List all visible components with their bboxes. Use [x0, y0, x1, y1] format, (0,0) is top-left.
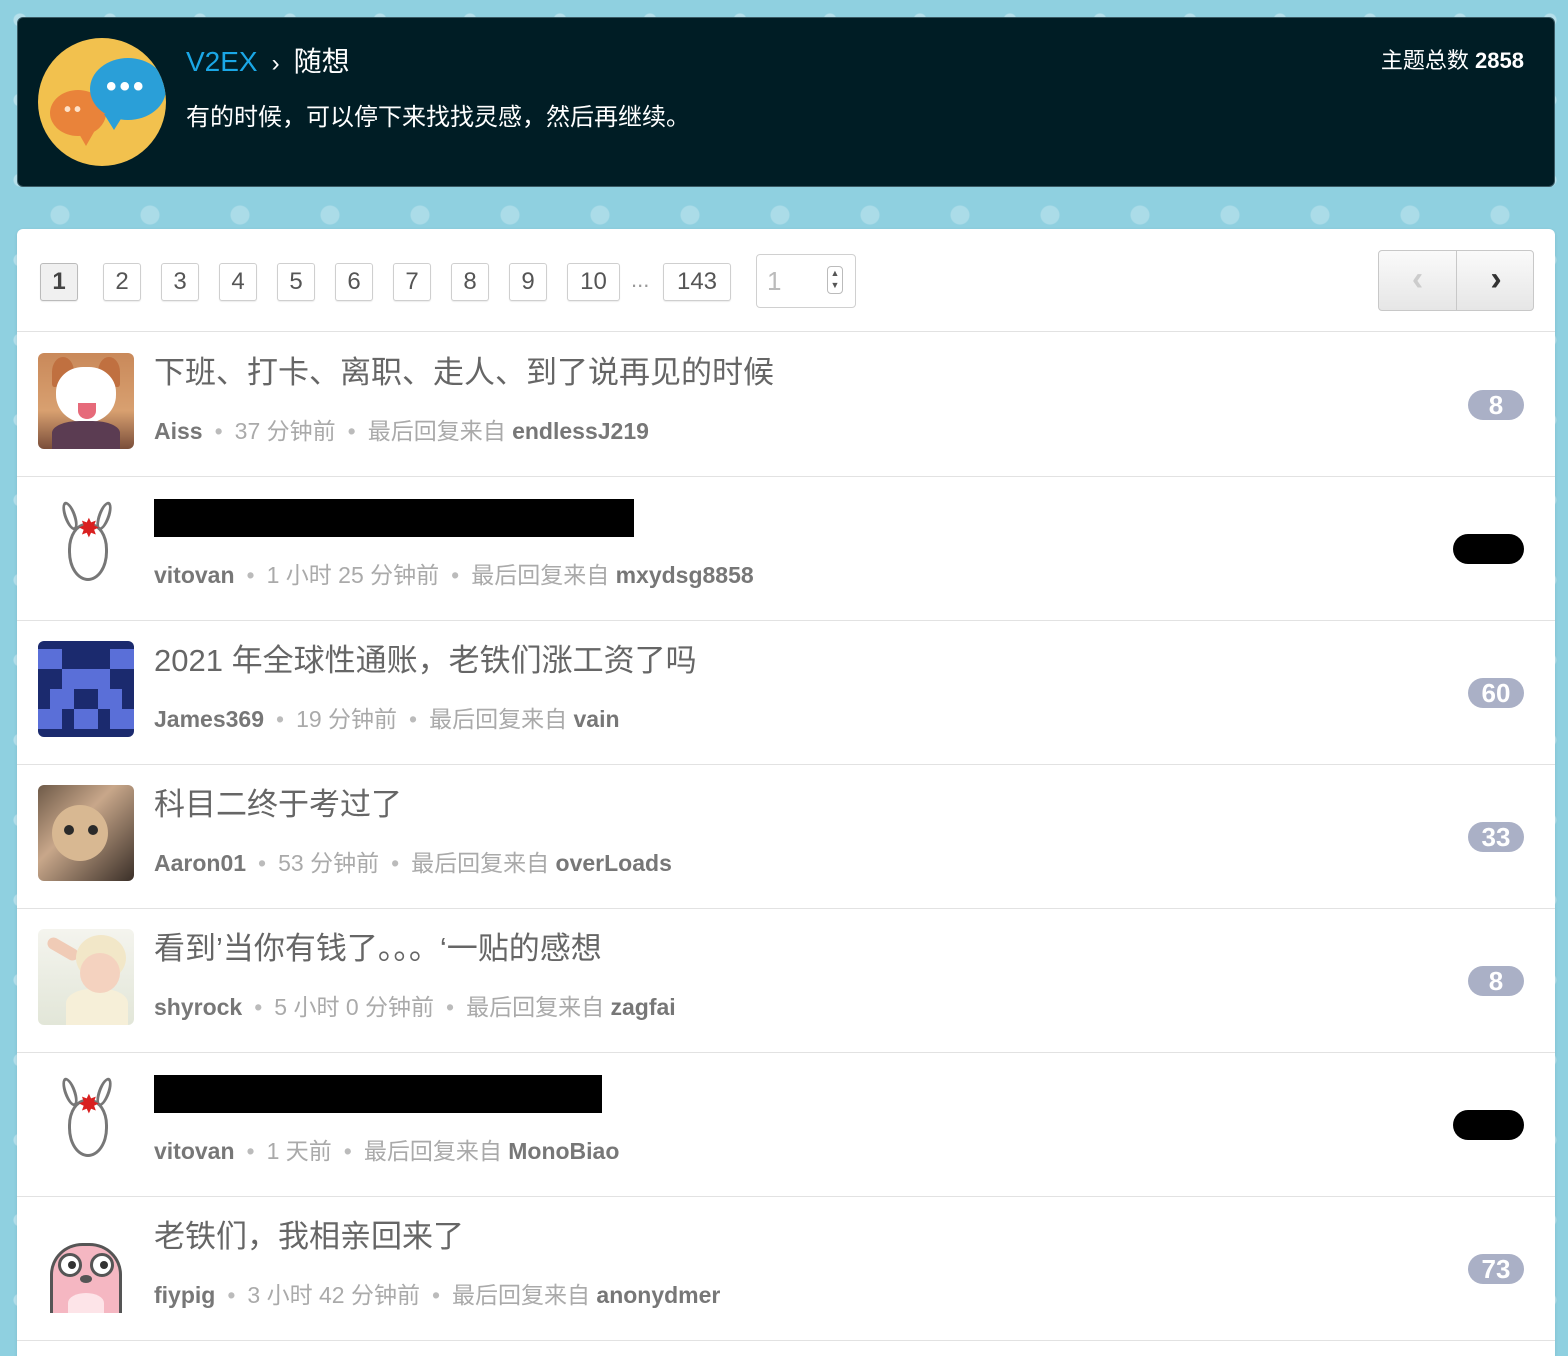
redacted-title[interactable]: [154, 1075, 602, 1113]
topic-title[interactable]: 下班、打卡、离职、走人、到了说再见的时候: [154, 351, 774, 395]
redacted-reply-count[interactable]: [1453, 1110, 1524, 1140]
page-9-button[interactable]: 9: [509, 263, 547, 301]
last-reply-user[interactable]: vain: [574, 706, 620, 732]
topic-author[interactable]: shyrock: [154, 994, 242, 1020]
topic-title[interactable]: 2021 年全球性通账，老铁们涨工资了吗: [154, 639, 697, 683]
topic-meta: Aaron01 • 53 分钟前 • 最后回复来自 overLoads: [154, 850, 672, 876]
topic-row: 科目二终于考过了 Aaron01 • 53 分钟前 • 最后回复来自 overLoads…: [17, 765, 1555, 909]
last-reply-user[interactable]: anonydmer: [596, 1282, 720, 1308]
last-reply-user[interactable]: endlessJ219: [512, 418, 649, 444]
topic-meta: James369 • 19 分钟前 • 最后回复来自 vain: [154, 706, 620, 732]
page-8-button[interactable]: 8: [451, 263, 489, 301]
topic-time: 5 小时 0 分钟前: [274, 994, 435, 1020]
topic-author[interactable]: Aiss: [154, 418, 203, 444]
baby-avatar[interactable]: [38, 929, 134, 1025]
topic-author[interactable]: Aaron01: [154, 850, 246, 876]
topic-title[interactable]: 老铁们，我相亲回来了: [154, 1215, 464, 1259]
topic-title[interactable]: 科目二终于考过了: [154, 783, 402, 827]
redacted-reply-count[interactable]: [1453, 534, 1524, 564]
topic-meta: Aiss • 37 分钟前 • 最后回复来自 endlessJ219: [154, 418, 649, 444]
reply-count-badge[interactable]: 8: [1468, 966, 1524, 996]
gopher-avatar[interactable]: [38, 1217, 134, 1313]
last-reply-user[interactable]: mxydsg8858: [616, 562, 754, 588]
last-reply-label: 最后回复来自: [471, 562, 610, 588]
topic-time: 19 分钟前: [296, 706, 398, 732]
topic-row: ✸ vitovan • 1 天前 • 最后回复来自 MonoBiao: [17, 1053, 1555, 1197]
topic-author[interactable]: fiypig: [154, 1282, 215, 1308]
page-stepper-icon[interactable]: ▲ ▼: [827, 266, 843, 294]
topic-author[interactable]: vitovan: [154, 1138, 235, 1164]
donkey-avatar[interactable]: ✸: [38, 497, 134, 593]
topic-time: 1 天前: [266, 1138, 332, 1164]
prev-page-button[interactable]: ‹: [1379, 251, 1457, 310]
last-reply-user[interactable]: MonoBiao: [508, 1138, 619, 1164]
last-reply-user[interactable]: overLoads: [556, 850, 672, 876]
topic-row: 老铁们，我相亲回来了 fiypig • 3 小时 42 分钟前 • 最后回复来自 ano…: [17, 1197, 1555, 1341]
site-home-link[interactable]: V2EX: [186, 46, 258, 77]
reply-count-badge[interactable]: 60: [1468, 678, 1524, 708]
node-header: •• ••• V2EX › 随想 有的时候，可以停下来找找灵感，然后再继续。 主题总…: [17, 17, 1555, 187]
page-5-button[interactable]: 5: [277, 263, 315, 301]
topic-time: 3 小时 42 分钟前: [247, 1282, 420, 1308]
topic-row: 下班、打卡、离职、走人、到了说再见的时候 Aiss • 37 分钟前 • 最后回复来自 …: [17, 333, 1555, 477]
redacted-title[interactable]: [154, 499, 634, 537]
topic-title[interactable]: 看到’当你有钱了。。。‘一贴的感想: [154, 927, 602, 971]
topic-author[interactable]: James369: [154, 706, 264, 732]
last-reply-user[interactable]: zagfai: [611, 994, 676, 1020]
chat-bubbles-icon: •• •••: [38, 38, 166, 166]
breadcrumb-separator: ›: [271, 50, 280, 77]
topic-time: 37 分钟前: [234, 418, 336, 444]
topic-row: 看到’当你有钱了。。。‘一贴的感想 shyrock • 5 小时 0 分钟前 • 最后回…: [17, 909, 1555, 1053]
page-2-button[interactable]: 2: [103, 263, 141, 301]
last-reply-label: 最后回复来自: [466, 994, 605, 1020]
last-reply-label: 最后回复来自: [452, 1282, 591, 1308]
next-page-button[interactable]: ›: [1457, 251, 1533, 310]
topic-list-box: 1 2 3 4 5 6 7 8 9 10 ... 143 1 ▲ ▼ ‹ › 下班…: [17, 229, 1555, 1356]
topic-time: 1 小时 25 分钟前: [266, 562, 440, 588]
topic-row: 2021 年全球性通账，老铁们涨工资了吗 James369 • 19 分钟前 • 最后回…: [17, 621, 1555, 765]
page-last-button[interactable]: 143: [663, 263, 731, 301]
topic-meta: shyrock • 5 小时 0 分钟前 • 最后回复来自 zagfai: [154, 994, 676, 1020]
page-1-button[interactable]: 1: [40, 263, 78, 301]
last-reply-label: 最后回复来自: [363, 1138, 502, 1164]
topic-row: ✸ vitovan • 1 小时 25 分钟前 • 最后回复来自 mxydsg8858: [17, 477, 1555, 621]
page-10-button[interactable]: 10: [567, 263, 620, 301]
page-ellipsis: ...: [631, 267, 650, 292]
topic-time: 53 分钟前: [278, 850, 380, 876]
cat-avatar[interactable]: [38, 785, 134, 881]
reply-count-badge[interactable]: 33: [1468, 822, 1524, 852]
prev-next-group: ‹ ›: [1378, 250, 1534, 311]
topic-count: 主题总数 2858: [1381, 46, 1524, 76]
donkey-avatar[interactable]: ✸: [38, 1073, 134, 1169]
page-3-button[interactable]: 3: [161, 263, 199, 301]
page-6-button[interactable]: 6: [335, 263, 373, 301]
breadcrumb: V2EX › 随想: [186, 44, 350, 82]
last-reply-label: 最后回复来自: [367, 418, 506, 444]
topic-count-label: 主题总数: [1380, 48, 1469, 73]
last-reply-label: 最后回复来自: [429, 706, 568, 732]
topic-meta: vitovan • 1 天前 • 最后回复来自 MonoBiao: [154, 1138, 620, 1164]
pagination: 1 2 3 4 5 6 7 8 9 10 ... 143 1 ▲ ▼ ‹ ›: [17, 229, 1555, 332]
corgi-avatar[interactable]: [38, 353, 134, 449]
node-description: 有的时候，可以停下来找找灵感，然后再继续。: [186, 104, 690, 131]
pixel-avatar[interactable]: [38, 641, 134, 737]
node-title: 随想: [293, 46, 350, 77]
reply-count-badge[interactable]: 8: [1468, 390, 1524, 420]
topic-author[interactable]: vitovan: [154, 562, 235, 588]
reply-count-badge[interactable]: 73: [1468, 1254, 1524, 1284]
topic-count-value: 2858: [1475, 48, 1524, 73]
last-reply-label: 最后回复来自: [411, 850, 550, 876]
topic-meta: fiypig • 3 小时 42 分钟前 • 最后回复来自 anonydmer: [154, 1282, 721, 1308]
page-4-button[interactable]: 4: [219, 263, 257, 301]
topic-meta: vitovan • 1 小时 25 分钟前 • 最后回复来自 mxydsg8858: [154, 562, 754, 588]
page-7-button[interactable]: 7: [393, 263, 431, 301]
